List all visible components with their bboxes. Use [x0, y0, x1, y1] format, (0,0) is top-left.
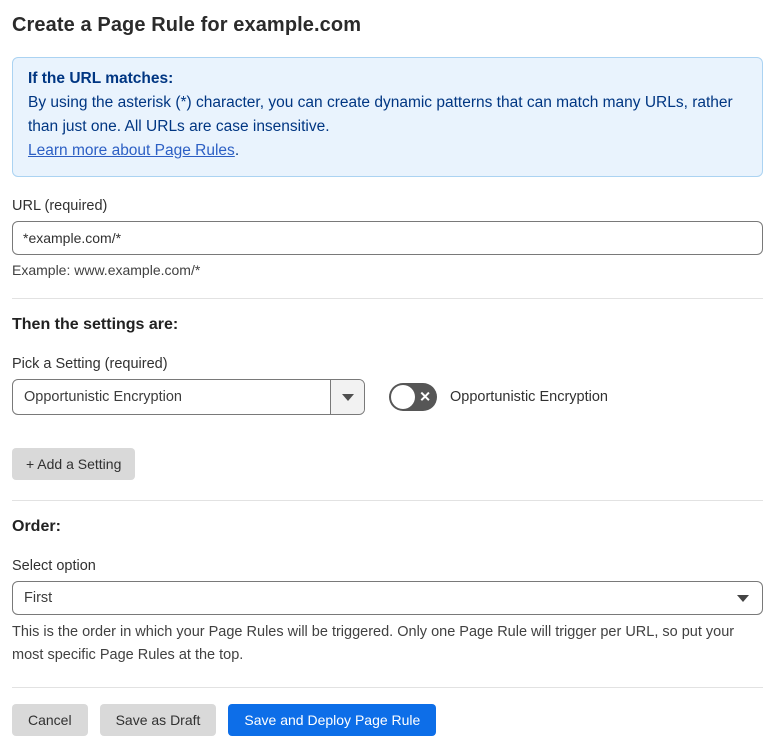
order-select[interactable]: First	[12, 581, 763, 615]
order-help-text: This is the order in which your Page Rul…	[12, 624, 735, 663]
page-title: Create a Page Rule for example.com	[12, 14, 362, 36]
action-button-row: Cancel Save as Draft Save and Deploy Pag…	[12, 704, 763, 736]
add-setting-button[interactable]: + Add a Setting	[12, 448, 136, 480]
save-and-deploy-button[interactable]: Save and Deploy Page Rule	[228, 704, 437, 736]
divider	[12, 298, 763, 299]
url-input[interactable]	[12, 221, 763, 255]
info-box-link-row: Learn more about Page Rules.	[28, 139, 747, 163]
setting-picker-value: Opportunistic Encryption	[24, 389, 182, 405]
info-box-body: By using the asterisk (*) character, you…	[28, 94, 733, 135]
setting-row: Opportunistic Encryption ✕ Opportunistic…	[12, 379, 763, 415]
caret-down-icon	[737, 594, 749, 602]
setting-picker-label: Pick a Setting (required)	[12, 356, 168, 372]
url-example-text: Example: www.example.com/*	[12, 262, 201, 278]
url-field-label: URL (required)	[12, 198, 108, 214]
save-as-draft-button[interactable]: Save as Draft	[99, 704, 217, 736]
x-icon: ✕	[419, 388, 431, 405]
toggle-knob	[391, 385, 415, 409]
link-suffix: .	[234, 142, 240, 159]
order-select-label: Select option	[12, 558, 96, 574]
setting-picker-dropdown[interactable]: Opportunistic Encryption	[12, 379, 365, 415]
cancel-button[interactable]: Cancel	[12, 704, 88, 736]
dropdown-arrow-button[interactable]	[330, 380, 364, 414]
order-select-value: First	[24, 590, 53, 606]
url-match-info-box: If the URL matches: By using the asteris…	[12, 57, 763, 177]
order-section-heading: Order:	[12, 518, 61, 535]
divider	[12, 500, 763, 501]
info-box-heading: If the URL matches:	[28, 70, 174, 87]
settings-section-heading: Then the settings are:	[12, 316, 179, 333]
caret-down-icon	[341, 393, 354, 401]
opportunistic-encryption-toggle[interactable]: ✕	[389, 383, 437, 411]
learn-more-link[interactable]: Learn more about Page Rules	[28, 142, 235, 159]
page-rule-form: Create a Page Rule for example.com If th…	[0, 0, 775, 748]
divider	[12, 687, 763, 688]
toggle-label: Opportunistic Encryption	[450, 389, 608, 405]
